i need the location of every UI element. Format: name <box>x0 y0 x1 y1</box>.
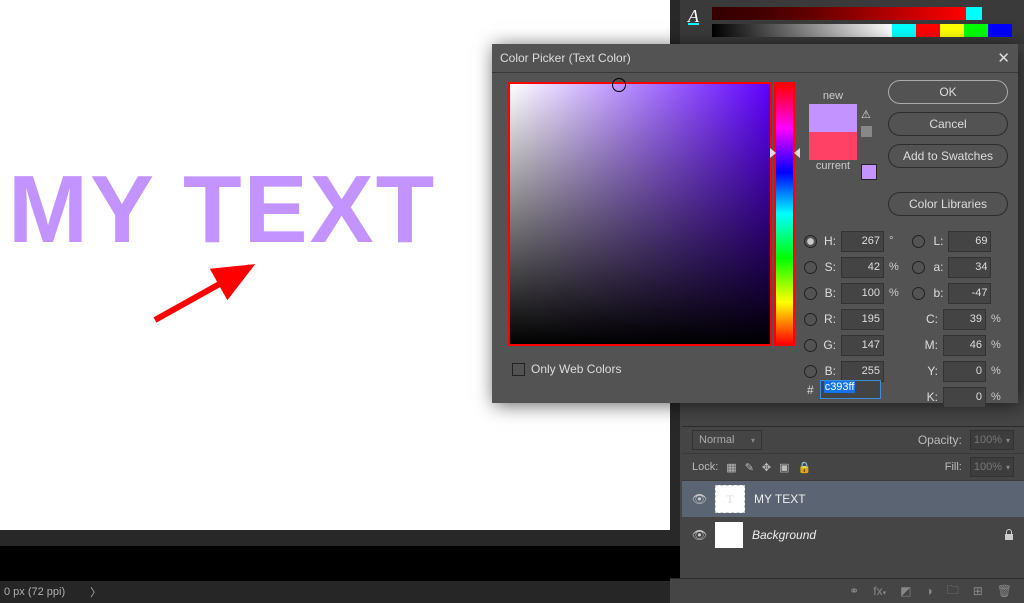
only-web-colors-row[interactable]: Only Web Colors <box>512 362 621 376</box>
mask-icon[interactable]: ◩ <box>900 584 911 598</box>
visibility-icon[interactable]: 👁 <box>692 528 706 542</box>
lock-all-icon[interactable]: 🔒 <box>798 461 812 474</box>
input-k[interactable] <box>943 387 986 408</box>
lock-brush-icon[interactable]: ✎ <box>745 461 754 474</box>
hex-hash: # <box>807 383 814 397</box>
new-label: new <box>809 90 857 102</box>
text-color-a-icon: A <box>688 6 699 25</box>
ok-button[interactable]: OK <box>888 80 1008 104</box>
fx-icon[interactable]: fx▾ <box>873 584 886 598</box>
sv-cursor <box>612 78 626 92</box>
radio-L[interactable] <box>912 235 925 248</box>
layer-row-text[interactable]: 👁 T MY TEXT <box>682 481 1024 517</box>
fill-input[interactable]: 100%▾ <box>970 457 1014 477</box>
lock-icon <box>1004 529 1014 541</box>
swatch-preview: new current <box>809 90 857 174</box>
add-to-swatches-button[interactable]: Add to Swatches <box>888 144 1008 168</box>
blend-mode-select[interactable]: Normal▾ <box>692 430 762 450</box>
radio-bb[interactable] <box>804 365 817 378</box>
only-web-checkbox[interactable] <box>512 363 525 376</box>
radio-g[interactable] <box>804 339 817 352</box>
color-ramp-secondary[interactable] <box>712 24 1012 37</box>
hex-input[interactable]: c393ff <box>820 380 881 399</box>
input-y[interactable] <box>943 361 986 382</box>
input-g[interactable] <box>841 335 884 356</box>
layers-footer: ⚭ fx▾ ◩ ◑ 🗀 ⊞ 🗑 <box>670 578 1024 603</box>
radio-a[interactable] <box>912 261 925 274</box>
layer-name-1[interactable]: Background <box>752 528 816 542</box>
adjustment-icon[interactable]: ◑ <box>925 584 932 598</box>
radio-r[interactable] <box>804 313 817 326</box>
opacity-input[interactable]: 100%▾ <box>970 430 1014 450</box>
link-icon[interactable]: ⚭ <box>849 584 859 598</box>
fill-label: Fill: <box>945 461 962 473</box>
dialog-titlebar[interactable]: Color Picker (Text Color) ✕ <box>492 44 1018 73</box>
layer-row-background[interactable]: 👁 Background <box>682 517 1024 553</box>
input-h[interactable] <box>841 231 884 252</box>
visibility-icon[interactable]: 👁 <box>692 492 706 506</box>
canvas-text-layer[interactable]: MY TEXT <box>8 155 436 265</box>
status-zoom: 0 px (72 ppi) <box>4 586 65 598</box>
gamut-warning-icon[interactable]: ⚠ <box>861 108 871 121</box>
layer-thumb-bg <box>715 522 743 548</box>
group-icon[interactable]: 🗀 <box>947 581 959 602</box>
hue-indicator-left <box>770 148 776 158</box>
new-color-swatch <box>809 104 857 132</box>
close-icon[interactable]: ✕ <box>997 49 1010 67</box>
input-r[interactable] <box>841 309 884 330</box>
input-m[interactable] <box>943 335 986 356</box>
input-c[interactable] <box>943 309 986 330</box>
trash-icon[interactable]: 🗑 <box>997 584 1012 598</box>
radio-b[interactable] <box>804 287 817 300</box>
radio-lb[interactable] <box>912 287 925 300</box>
input-s[interactable] <box>841 257 884 278</box>
lock-move-icon[interactable]: ✥ <box>762 461 771 474</box>
hex-row: # c393ff <box>807 380 881 399</box>
input-L[interactable] <box>948 231 991 252</box>
hue-strip[interactable] <box>774 82 795 346</box>
radio-s[interactable] <box>804 261 817 274</box>
lock-artboard-icon[interactable]: ▣ <box>779 461 789 474</box>
layer-thumb-text: T <box>715 485 745 513</box>
layers-panel: Normal▾ Opacity: 100%▾ Lock: ▦ ✎ ✥ ▣ 🔒 F… <box>682 426 1024 585</box>
status-bar: 0 px (72 ppi) 〉 <box>0 581 686 603</box>
annotation-arrow <box>150 255 265 325</box>
hue-indicator-right <box>794 148 800 158</box>
cancel-button[interactable]: Cancel <box>888 112 1008 136</box>
input-b[interactable] <box>841 283 884 304</box>
color-ramp-top[interactable] <box>712 7 982 20</box>
layer-name-0[interactable]: MY TEXT <box>754 492 806 506</box>
saturation-value-field[interactable] <box>508 82 772 346</box>
radio-h[interactable] <box>804 235 817 248</box>
only-web-label: Only Web Colors <box>531 362 621 376</box>
opacity-label: Opacity: <box>918 433 962 447</box>
input-bb[interactable] <box>841 361 884 382</box>
lock-label: Lock: <box>692 461 718 473</box>
dialog-title-text: Color Picker (Text Color) <box>500 51 631 65</box>
current-label: current <box>809 160 857 172</box>
lock-transparency-icon[interactable]: ▦ <box>726 461 736 474</box>
color-picker-dialog: Color Picker (Text Color) ✕ new current … <box>492 44 1018 403</box>
input-a[interactable] <box>948 257 991 278</box>
cube-icon[interactable] <box>861 126 872 137</box>
color-libraries-button[interactable]: Color Libraries <box>888 192 1008 216</box>
new-layer-icon[interactable]: ⊞ <box>973 584 983 598</box>
input-lb[interactable] <box>948 283 991 304</box>
websafe-swatch[interactable] <box>861 164 877 180</box>
current-color-swatch[interactable] <box>809 132 857 160</box>
